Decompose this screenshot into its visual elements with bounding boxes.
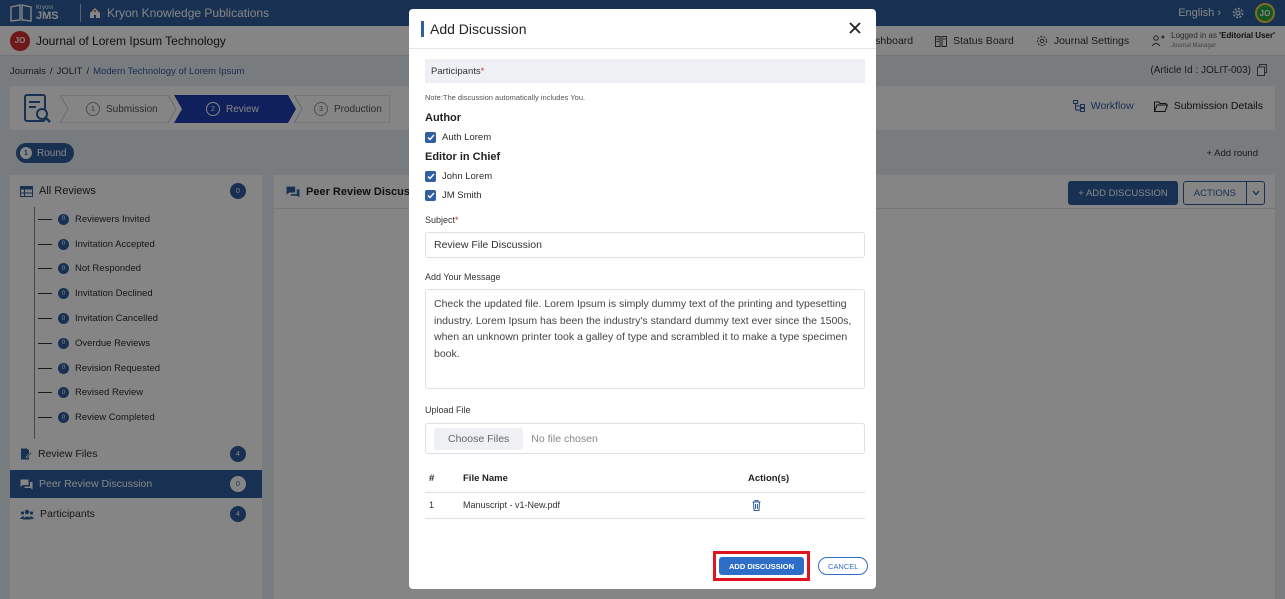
modal-actions: ADD DISCUSSION CANCEL bbox=[713, 551, 869, 581]
participant-name: John Lorem bbox=[442, 171, 493, 182]
file-row-number: 1 bbox=[425, 492, 463, 519]
editor-role-label: Editor in Chief bbox=[425, 151, 501, 163]
no-file-text: No file chosen bbox=[531, 432, 598, 445]
checkbox-checked-icon bbox=[425, 171, 436, 182]
participants-header: Participants * bbox=[425, 59, 865, 83]
column-header-number: # bbox=[425, 466, 463, 493]
add-discussion-modal: Add Discussion Participants * Note:The di… bbox=[409, 9, 876, 589]
author-role-label: Author bbox=[425, 112, 462, 124]
participants-label: Participants bbox=[431, 65, 481, 77]
required-mark: * bbox=[455, 215, 459, 225]
participant-checkbox-john-lorem[interactable]: John Lorem bbox=[425, 171, 865, 182]
file-row-actions bbox=[748, 492, 865, 519]
upload-label: Upload File bbox=[425, 405, 471, 415]
table-row: 1 Manuscript - v1-New.pdf bbox=[425, 492, 865, 519]
trash-icon[interactable] bbox=[752, 499, 761, 511]
table-header-row: # File Name Action(s) bbox=[425, 466, 865, 493]
choose-files-button[interactable]: Choose Files bbox=[434, 427, 524, 450]
participant-name: Auth Lorem bbox=[442, 132, 492, 143]
participants-note: Note:The discussion automatically includ… bbox=[425, 93, 586, 102]
close-icon[interactable] bbox=[848, 21, 862, 35]
message-label: Add Your Message bbox=[425, 272, 501, 282]
message-textarea[interactable]: Check the updated file. Lorem Ipsum is s… bbox=[425, 289, 865, 389]
participant-name: JM Smith bbox=[442, 190, 482, 201]
uploaded-files-table: # File Name Action(s) 1 Manuscript - v1-… bbox=[425, 466, 865, 519]
participant-checkbox-jm-smith[interactable]: JM Smith bbox=[425, 190, 865, 201]
add-discussion-submit-button[interactable]: ADD DISCUSSION bbox=[719, 557, 805, 575]
modal-title: Add Discussion bbox=[421, 20, 527, 37]
subject-label: Subject* bbox=[425, 215, 865, 225]
subject-label-text: Subject bbox=[425, 215, 456, 225]
file-upload-input[interactable]: Choose Files No file chosen bbox=[425, 423, 865, 454]
highlight-box: ADD DISCUSSION bbox=[713, 551, 811, 581]
required-mark: * bbox=[480, 65, 485, 77]
checkbox-checked-icon bbox=[425, 132, 436, 143]
file-row-name[interactable]: Manuscript - v1-New.pdf bbox=[463, 492, 748, 519]
subject-input[interactable]: Review File Discussion bbox=[425, 232, 865, 258]
column-header-file-name: File Name bbox=[463, 466, 748, 493]
column-header-actions: Action(s) bbox=[748, 466, 865, 493]
checkbox-checked-icon bbox=[425, 190, 436, 201]
participant-checkbox-auth-lorem[interactable]: Auth Lorem bbox=[425, 132, 865, 143]
cancel-button[interactable]: CANCEL bbox=[818, 557, 869, 575]
modal-header: Add Discussion bbox=[409, 9, 876, 49]
